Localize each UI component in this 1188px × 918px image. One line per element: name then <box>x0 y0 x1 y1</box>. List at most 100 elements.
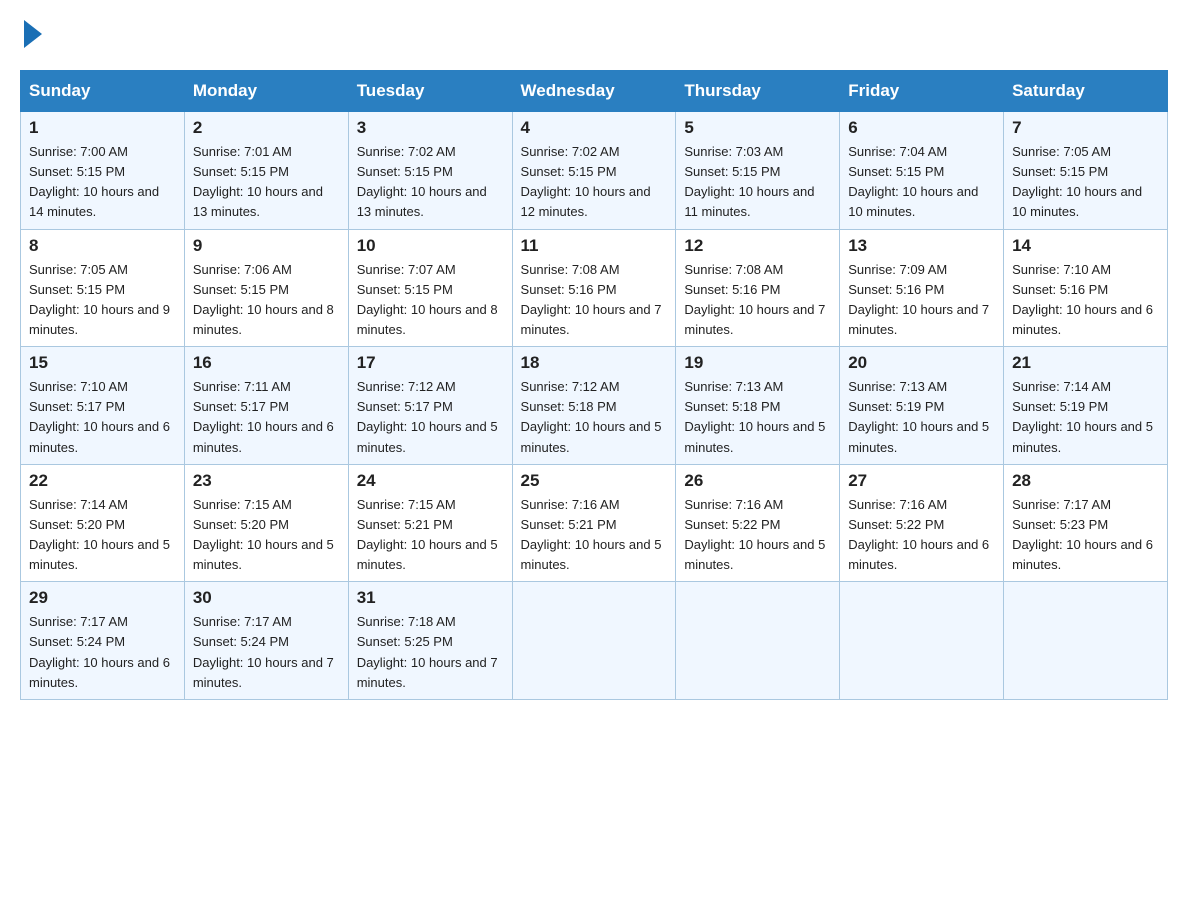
day-info: Sunrise: 7:02 AM Sunset: 5:15 PM Dayligh… <box>521 142 668 223</box>
day-info: Sunrise: 7:02 AM Sunset: 5:15 PM Dayligh… <box>357 142 504 223</box>
day-number: 12 <box>684 236 831 256</box>
day-header-wednesday: Wednesday <box>512 71 676 112</box>
day-number: 15 <box>29 353 176 373</box>
day-info: Sunrise: 7:01 AM Sunset: 5:15 PM Dayligh… <box>193 142 340 223</box>
day-info: Sunrise: 7:17 AM Sunset: 5:24 PM Dayligh… <box>193 612 340 693</box>
calendar-cell: 22 Sunrise: 7:14 AM Sunset: 5:20 PM Dayl… <box>21 464 185 582</box>
calendar-cell: 3 Sunrise: 7:02 AM Sunset: 5:15 PM Dayli… <box>348 112 512 230</box>
day-number: 8 <box>29 236 176 256</box>
day-info: Sunrise: 7:18 AM Sunset: 5:25 PM Dayligh… <box>357 612 504 693</box>
day-number: 23 <box>193 471 340 491</box>
day-number: 31 <box>357 588 504 608</box>
day-info: Sunrise: 7:10 AM Sunset: 5:17 PM Dayligh… <box>29 377 176 458</box>
day-number: 1 <box>29 118 176 138</box>
day-number: 16 <box>193 353 340 373</box>
calendar-cell: 12 Sunrise: 7:08 AM Sunset: 5:16 PM Dayl… <box>676 229 840 347</box>
day-info: Sunrise: 7:16 AM Sunset: 5:22 PM Dayligh… <box>684 495 831 576</box>
day-number: 13 <box>848 236 995 256</box>
calendar-cell: 20 Sunrise: 7:13 AM Sunset: 5:19 PM Dayl… <box>840 347 1004 465</box>
day-info: Sunrise: 7:08 AM Sunset: 5:16 PM Dayligh… <box>684 260 831 341</box>
day-number: 18 <box>521 353 668 373</box>
day-number: 2 <box>193 118 340 138</box>
day-number: 28 <box>1012 471 1159 491</box>
calendar-cell: 14 Sunrise: 7:10 AM Sunset: 5:16 PM Dayl… <box>1004 229 1168 347</box>
day-info: Sunrise: 7:07 AM Sunset: 5:15 PM Dayligh… <box>357 260 504 341</box>
calendar-cell: 6 Sunrise: 7:04 AM Sunset: 5:15 PM Dayli… <box>840 112 1004 230</box>
calendar-cell: 10 Sunrise: 7:07 AM Sunset: 5:15 PM Dayl… <box>348 229 512 347</box>
day-number: 6 <box>848 118 995 138</box>
day-info: Sunrise: 7:06 AM Sunset: 5:15 PM Dayligh… <box>193 260 340 341</box>
week-row-4: 22 Sunrise: 7:14 AM Sunset: 5:20 PM Dayl… <box>21 464 1168 582</box>
calendar-cell: 29 Sunrise: 7:17 AM Sunset: 5:24 PM Dayl… <box>21 582 185 700</box>
day-info: Sunrise: 7:15 AM Sunset: 5:21 PM Dayligh… <box>357 495 504 576</box>
calendar-cell: 11 Sunrise: 7:08 AM Sunset: 5:16 PM Dayl… <box>512 229 676 347</box>
day-info: Sunrise: 7:08 AM Sunset: 5:16 PM Dayligh… <box>521 260 668 341</box>
day-header-saturday: Saturday <box>1004 71 1168 112</box>
day-info: Sunrise: 7:04 AM Sunset: 5:15 PM Dayligh… <box>848 142 995 223</box>
day-number: 4 <box>521 118 668 138</box>
calendar-cell: 15 Sunrise: 7:10 AM Sunset: 5:17 PM Dayl… <box>21 347 185 465</box>
day-info: Sunrise: 7:03 AM Sunset: 5:15 PM Dayligh… <box>684 142 831 223</box>
days-header-row: SundayMondayTuesdayWednesdayThursdayFrid… <box>21 71 1168 112</box>
logo-arrow-icon <box>24 20 42 48</box>
day-number: 17 <box>357 353 504 373</box>
calendar-cell <box>1004 582 1168 700</box>
calendar-cell <box>840 582 1004 700</box>
day-number: 24 <box>357 471 504 491</box>
day-number: 5 <box>684 118 831 138</box>
day-number: 11 <box>521 236 668 256</box>
week-row-3: 15 Sunrise: 7:10 AM Sunset: 5:17 PM Dayl… <box>21 347 1168 465</box>
calendar-cell: 17 Sunrise: 7:12 AM Sunset: 5:17 PM Dayl… <box>348 347 512 465</box>
day-info: Sunrise: 7:14 AM Sunset: 5:19 PM Dayligh… <box>1012 377 1159 458</box>
day-info: Sunrise: 7:17 AM Sunset: 5:23 PM Dayligh… <box>1012 495 1159 576</box>
calendar-cell: 31 Sunrise: 7:18 AM Sunset: 5:25 PM Dayl… <box>348 582 512 700</box>
calendar-cell: 25 Sunrise: 7:16 AM Sunset: 5:21 PM Dayl… <box>512 464 676 582</box>
calendar-cell: 16 Sunrise: 7:11 AM Sunset: 5:17 PM Dayl… <box>184 347 348 465</box>
day-number: 26 <box>684 471 831 491</box>
calendar-cell: 19 Sunrise: 7:13 AM Sunset: 5:18 PM Dayl… <box>676 347 840 465</box>
day-number: 21 <box>1012 353 1159 373</box>
calendar-cell: 28 Sunrise: 7:17 AM Sunset: 5:23 PM Dayl… <box>1004 464 1168 582</box>
calendar-cell: 21 Sunrise: 7:14 AM Sunset: 5:19 PM Dayl… <box>1004 347 1168 465</box>
day-info: Sunrise: 7:16 AM Sunset: 5:21 PM Dayligh… <box>521 495 668 576</box>
calendar-cell: 4 Sunrise: 7:02 AM Sunset: 5:15 PM Dayli… <box>512 112 676 230</box>
calendar-cell: 27 Sunrise: 7:16 AM Sunset: 5:22 PM Dayl… <box>840 464 1004 582</box>
calendar-cell: 7 Sunrise: 7:05 AM Sunset: 5:15 PM Dayli… <box>1004 112 1168 230</box>
day-info: Sunrise: 7:09 AM Sunset: 5:16 PM Dayligh… <box>848 260 995 341</box>
day-info: Sunrise: 7:14 AM Sunset: 5:20 PM Dayligh… <box>29 495 176 576</box>
day-number: 3 <box>357 118 504 138</box>
day-number: 22 <box>29 471 176 491</box>
calendar-cell <box>512 582 676 700</box>
day-info: Sunrise: 7:00 AM Sunset: 5:15 PM Dayligh… <box>29 142 176 223</box>
day-info: Sunrise: 7:10 AM Sunset: 5:16 PM Dayligh… <box>1012 260 1159 341</box>
day-number: 20 <box>848 353 995 373</box>
day-number: 9 <box>193 236 340 256</box>
calendar-cell: 2 Sunrise: 7:01 AM Sunset: 5:15 PM Dayli… <box>184 112 348 230</box>
logo <box>20 20 42 50</box>
day-info: Sunrise: 7:12 AM Sunset: 5:18 PM Dayligh… <box>521 377 668 458</box>
calendar-cell <box>676 582 840 700</box>
day-info: Sunrise: 7:12 AM Sunset: 5:17 PM Dayligh… <box>357 377 504 458</box>
calendar-cell: 30 Sunrise: 7:17 AM Sunset: 5:24 PM Dayl… <box>184 582 348 700</box>
day-info: Sunrise: 7:17 AM Sunset: 5:24 PM Dayligh… <box>29 612 176 693</box>
calendar-cell: 13 Sunrise: 7:09 AM Sunset: 5:16 PM Dayl… <box>840 229 1004 347</box>
calendar-cell: 5 Sunrise: 7:03 AM Sunset: 5:15 PM Dayli… <box>676 112 840 230</box>
calendar-cell: 8 Sunrise: 7:05 AM Sunset: 5:15 PM Dayli… <box>21 229 185 347</box>
day-info: Sunrise: 7:13 AM Sunset: 5:19 PM Dayligh… <box>848 377 995 458</box>
day-number: 7 <box>1012 118 1159 138</box>
week-row-1: 1 Sunrise: 7:00 AM Sunset: 5:15 PM Dayli… <box>21 112 1168 230</box>
calendar-cell: 9 Sunrise: 7:06 AM Sunset: 5:15 PM Dayli… <box>184 229 348 347</box>
day-number: 14 <box>1012 236 1159 256</box>
day-info: Sunrise: 7:11 AM Sunset: 5:17 PM Dayligh… <box>193 377 340 458</box>
day-number: 27 <box>848 471 995 491</box>
day-number: 29 <box>29 588 176 608</box>
day-header-monday: Monday <box>184 71 348 112</box>
calendar-cell: 26 Sunrise: 7:16 AM Sunset: 5:22 PM Dayl… <box>676 464 840 582</box>
day-info: Sunrise: 7:15 AM Sunset: 5:20 PM Dayligh… <box>193 495 340 576</box>
day-number: 10 <box>357 236 504 256</box>
calendar-cell: 18 Sunrise: 7:12 AM Sunset: 5:18 PM Dayl… <box>512 347 676 465</box>
calendar-cell: 23 Sunrise: 7:15 AM Sunset: 5:20 PM Dayl… <box>184 464 348 582</box>
day-number: 19 <box>684 353 831 373</box>
day-header-tuesday: Tuesday <box>348 71 512 112</box>
week-row-2: 8 Sunrise: 7:05 AM Sunset: 5:15 PM Dayli… <box>21 229 1168 347</box>
